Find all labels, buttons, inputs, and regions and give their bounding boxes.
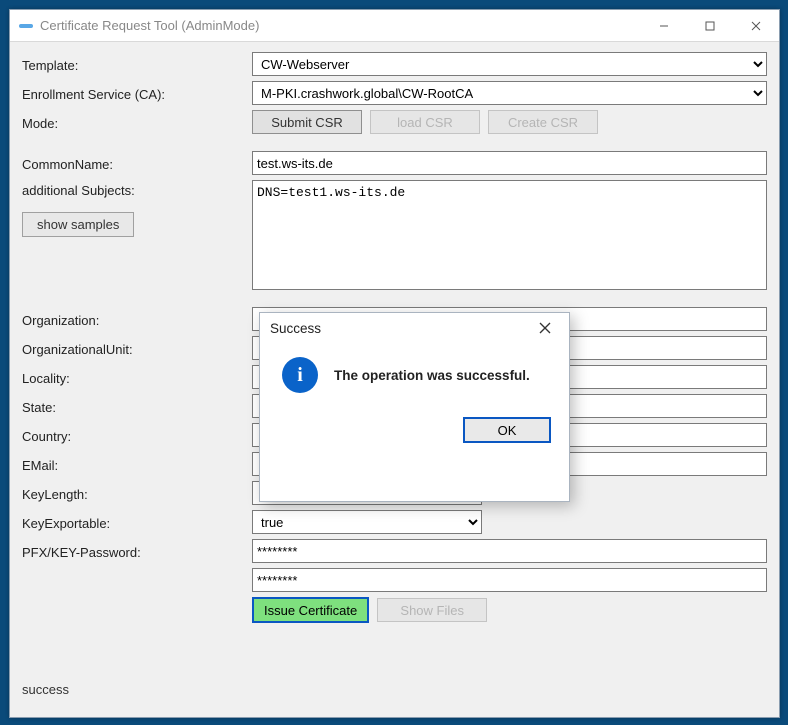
- dialog-ok-button[interactable]: OK: [463, 417, 551, 443]
- key-exportable-label: KeyExportable:: [22, 513, 252, 531]
- additional-subjects-textarea[interactable]: DNS=test1.ws-its.de: [252, 180, 767, 290]
- additional-subjects-col: additional Subjects: show samples: [22, 180, 252, 237]
- additional-subjects-label: additional Subjects:: [22, 183, 252, 198]
- enrollment-service-label: Enrollment Service (CA):: [22, 84, 252, 102]
- submit-csr-button[interactable]: Submit CSR: [252, 110, 362, 134]
- template-label: Template:: [22, 55, 252, 73]
- status-text: success: [22, 682, 69, 697]
- pfx-password-input-2[interactable]: [252, 568, 767, 592]
- organizational-unit-label: OrganizationalUnit:: [22, 339, 252, 357]
- pfx-password-input-1[interactable]: [252, 539, 767, 563]
- dialog-close-button[interactable]: [529, 314, 561, 342]
- create-csr-button[interactable]: Create CSR: [488, 110, 598, 134]
- show-samples-button[interactable]: show samples: [22, 212, 134, 237]
- app-icon: [18, 18, 34, 34]
- common-name-input[interactable]: [252, 151, 767, 175]
- locality-label: Locality:: [22, 368, 252, 386]
- email-label: EMail:: [22, 455, 252, 473]
- template-select[interactable]: CW-Webserver: [252, 52, 767, 76]
- key-length-label: KeyLength:: [22, 484, 252, 502]
- state-label: State:: [22, 397, 252, 415]
- info-icon: i: [282, 357, 318, 393]
- key-exportable-select[interactable]: true: [252, 510, 482, 534]
- pfx-password-label: PFX/KEY-Password:: [22, 542, 252, 560]
- titlebar: Certificate Request Tool (AdminMode): [10, 10, 779, 42]
- mode-label: Mode:: [22, 113, 252, 131]
- show-files-button[interactable]: Show Files: [377, 598, 487, 622]
- window-controls: [641, 10, 779, 41]
- load-csr-button[interactable]: load CSR: [370, 110, 480, 134]
- dialog-header: Success: [260, 313, 569, 343]
- dialog-body: i The operation was successful.: [260, 343, 569, 399]
- maximize-button[interactable]: [687, 10, 733, 41]
- dialog-message: The operation was successful.: [334, 368, 530, 383]
- country-label: Country:: [22, 426, 252, 444]
- issue-certificate-button[interactable]: Issue Certificate: [252, 597, 369, 623]
- success-dialog: Success i The operation was successful. …: [259, 312, 570, 502]
- common-name-label: CommonName:: [22, 154, 252, 172]
- organization-label: Organization:: [22, 310, 252, 328]
- minimize-button[interactable]: [641, 10, 687, 41]
- dialog-title: Success: [270, 321, 529, 336]
- close-button[interactable]: [733, 10, 779, 41]
- enrollment-service-select[interactable]: M-PKI.crashwork.global\CW-RootCA: [252, 81, 767, 105]
- window-title: Certificate Request Tool (AdminMode): [40, 18, 641, 33]
